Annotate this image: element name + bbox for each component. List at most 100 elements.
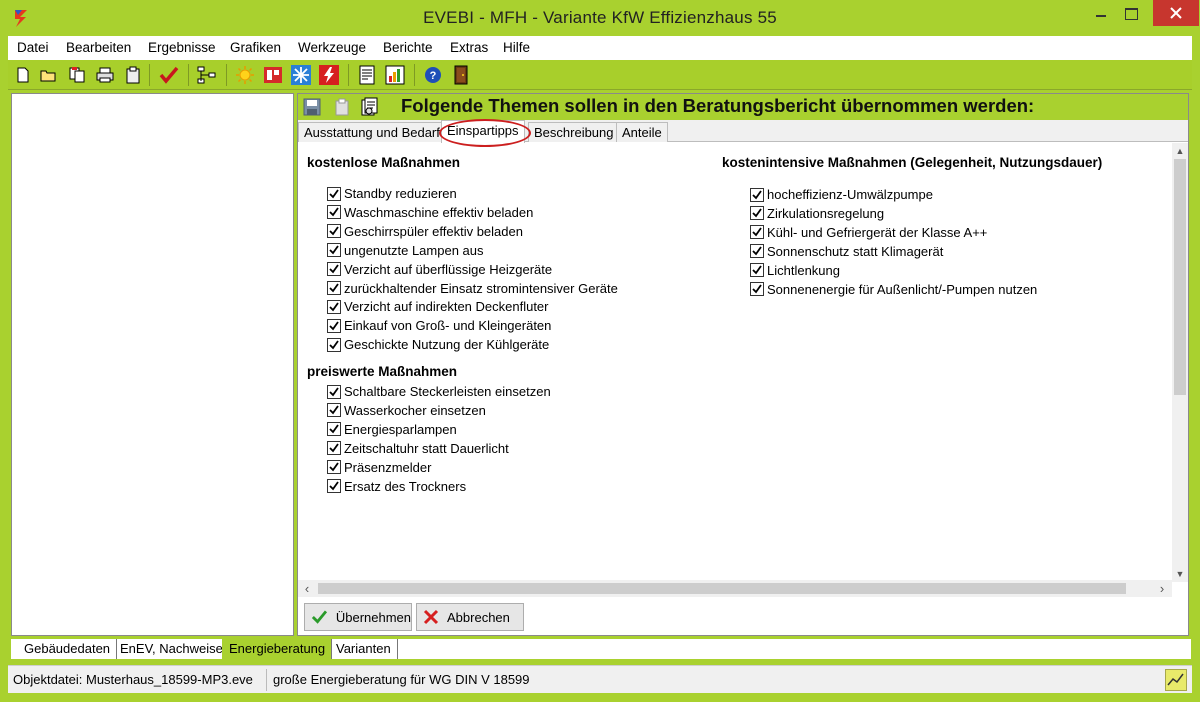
- open-folder-icon[interactable]: [38, 64, 60, 86]
- checkbox-row[interactable]: Einkauf von Groß- und Kleingeräten: [327, 317, 551, 334]
- scroll-right-icon[interactable]: ›: [1153, 580, 1171, 597]
- horizontal-scroll-thumb[interactable]: [318, 583, 1126, 594]
- checkbox[interactable]: [327, 403, 341, 418]
- lightning-icon[interactable]: [318, 64, 340, 86]
- horizontal-scrollbar[interactable]: ‹ ›: [298, 580, 1172, 597]
- tab-anteile[interactable]: Anteile: [616, 122, 668, 142]
- checkmark-icon: [329, 207, 339, 217]
- maximize-button[interactable]: [1116, 0, 1146, 26]
- checkbox-row[interactable]: Standby reduzieren: [327, 185, 457, 202]
- checkmark-icon: [329, 188, 339, 198]
- checkbox-row[interactable]: zurückhaltender Einsatz stromintensiver …: [327, 280, 618, 297]
- checkbox-row[interactable]: Lichtlenkung: [750, 262, 840, 279]
- menu-bar: Datei Bearbeiten Ergebnisse Grafiken Wer…: [8, 36, 1192, 60]
- checkbox-row[interactable]: Wasserkocher einsetzen: [327, 402, 486, 419]
- checkbox[interactable]: [327, 384, 341, 399]
- chart-status-icon[interactable]: [1165, 669, 1187, 691]
- checkbox[interactable]: [327, 243, 341, 258]
- checkbox[interactable]: [327, 441, 341, 456]
- clipboard-icon[interactable]: [122, 64, 144, 86]
- checkbox-row[interactable]: Schaltbare Steckerleisten einsetzen: [327, 383, 551, 400]
- status-separator: [266, 669, 267, 691]
- menu-werkzeuge[interactable]: Werkzeuge: [298, 40, 366, 55]
- checkbox[interactable]: [327, 205, 341, 220]
- checkbox-row[interactable]: ungenutzte Lampen aus: [327, 242, 484, 259]
- menu-bearbeiten[interactable]: Bearbeiten: [66, 40, 131, 55]
- module-tab-gebaeudedaten[interactable]: Gebäudedaten: [17, 639, 118, 659]
- help-icon[interactable]: ?: [422, 64, 444, 86]
- checkbox-row[interactable]: Waschmaschine effektiv beladen: [327, 204, 533, 221]
- module-tab-enev[interactable]: EnEV, Nachweise: [113, 639, 230, 659]
- checkmark-icon: [329, 226, 339, 236]
- checkmark-icon: [329, 481, 339, 491]
- vertical-scroll-thumb[interactable]: [1174, 159, 1186, 395]
- checkbox-row[interactable]: Zirkulationsregelung: [750, 205, 884, 222]
- chart-report-icon[interactable]: [384, 64, 406, 86]
- checkbox-row[interactable]: Geschickte Nutzung der Kühlgeräte: [327, 336, 549, 353]
- print-icon[interactable]: [94, 64, 116, 86]
- save-icon[interactable]: [302, 97, 322, 117]
- module-tab-energieberatung[interactable]: Energieberatung: [222, 639, 333, 659]
- checkbox[interactable]: [327, 422, 341, 437]
- menu-berichte[interactable]: Berichte: [383, 40, 433, 55]
- vertical-scrollbar[interactable]: ▲ ▼: [1172, 143, 1188, 582]
- status-bar: Objektdatei: Musterhaus_18599-MP3.eve gr…: [8, 665, 1192, 693]
- checkbox[interactable]: [327, 479, 341, 493]
- checkbox-label: Lichtlenkung: [767, 262, 840, 278]
- checkbox[interactable]: [750, 225, 764, 240]
- tab-beschreibung[interactable]: Beschreibung: [528, 122, 620, 142]
- menu-grafiken[interactable]: Grafiken: [230, 40, 281, 55]
- checkbox-row[interactable]: Verzicht auf überflüssige Heizgeräte: [327, 261, 552, 278]
- checkbox-label: Schaltbare Steckerleisten einsetzen: [344, 384, 551, 399]
- scroll-up-icon[interactable]: ▲: [1172, 143, 1188, 159]
- checkbox[interactable]: [327, 224, 341, 239]
- menu-hilfe[interactable]: Hilfe: [503, 40, 530, 55]
- apply-button[interactable]: Übernehmen: [304, 603, 412, 631]
- door-icon[interactable]: [450, 64, 472, 86]
- menu-ergebnisse[interactable]: Ergebnisse: [148, 40, 216, 55]
- checkbox-row[interactable]: Sonnenenergie für Außenlicht/-Pumpen nut…: [750, 281, 1037, 298]
- checkbox-row[interactable]: Ersatz des Trockners: [327, 478, 466, 495]
- checkbox[interactable]: [327, 460, 341, 475]
- checkbox[interactable]: [327, 299, 341, 314]
- minimize-button[interactable]: [1086, 0, 1116, 26]
- scroll-down-icon[interactable]: ▼: [1172, 566, 1188, 582]
- checkbox-row[interactable]: Präsenzmelder: [327, 459, 431, 476]
- network-icon[interactable]: [196, 64, 218, 86]
- checkbox[interactable]: [327, 337, 341, 352]
- checkbox-row[interactable]: Geschirrspüler effektiv beladen: [327, 223, 523, 240]
- module-tab-varianten[interactable]: Varianten: [329, 639, 398, 659]
- report-icon[interactable]: [356, 64, 378, 86]
- cancel-button[interactable]: Abbrechen: [416, 603, 524, 631]
- document-settings-icon[interactable]: [360, 97, 380, 117]
- checkbox[interactable]: [327, 186, 341, 201]
- checkbox-row[interactable]: Verzicht auf indirekten Deckenfluter: [327, 298, 549, 315]
- checkbox[interactable]: [750, 263, 764, 278]
- tab-ausstattung[interactable]: Ausstattung und Bedarf: [298, 122, 446, 142]
- window-icon[interactable]: [262, 64, 284, 86]
- checkbox[interactable]: [327, 318, 341, 333]
- checkbox-row[interactable]: Zeitschaltuhr statt Dauerlicht: [327, 440, 509, 457]
- check-icon[interactable]: [158, 64, 180, 86]
- checkbox-row[interactable]: Kühl- und Gefriergerät der Klasse A++: [750, 224, 987, 241]
- new-document-icon[interactable]: [12, 64, 34, 86]
- sun-icon[interactable]: [234, 64, 256, 86]
- scroll-left-icon[interactable]: ‹: [298, 580, 316, 597]
- app-window: EVEBI - MFH - Variante KfW Effizienzhaus…: [0, 0, 1200, 702]
- checkbox[interactable]: [750, 187, 764, 202]
- menu-extras[interactable]: Extras: [450, 40, 488, 55]
- menu-datei[interactable]: Datei: [17, 40, 49, 55]
- navigation-tree-panel[interactable]: [11, 93, 294, 636]
- checkbox[interactable]: [750, 282, 764, 296]
- checkbox[interactable]: [750, 244, 764, 259]
- close-button[interactable]: [1153, 0, 1199, 26]
- checkbox[interactable]: [750, 206, 764, 221]
- clipboard-disabled-icon[interactable]: [332, 97, 352, 117]
- checkbox[interactable]: [327, 262, 341, 277]
- copy-icon[interactable]: [66, 64, 88, 86]
- checkbox[interactable]: [327, 281, 341, 295]
- snowflake-icon[interactable]: [290, 64, 312, 86]
- checkbox-row[interactable]: Energiesparlampen: [327, 421, 457, 438]
- checkbox-row[interactable]: hocheffizienz-Umwälzpumpe: [750, 186, 933, 203]
- checkbox-row[interactable]: Sonnenschutz statt Klimagerät: [750, 243, 943, 260]
